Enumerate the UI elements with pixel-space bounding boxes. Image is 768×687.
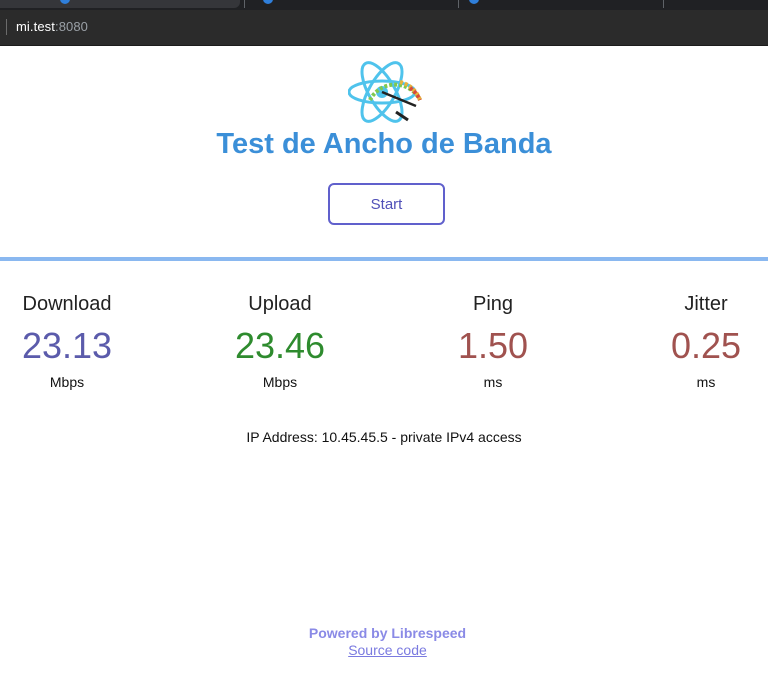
metric-unit: ms <box>483 374 503 390</box>
metric-unit: Mbps <box>49 374 85 390</box>
metric-download: Download 23.13 Mbps <box>0 290 157 390</box>
metric-label: Ping <box>472 293 514 315</box>
powered-by-link[interactable]: Powered by Librespeed <box>0 625 768 641</box>
start-button[interactable]: Start <box>328 183 445 225</box>
tab-separator <box>663 0 664 8</box>
browser-tab[interactable] <box>0 0 240 8</box>
address-bar[interactable]: mi.test:8080 <box>0 10 768 46</box>
metric-unit: Mbps <box>262 374 298 390</box>
tab-separator <box>458 0 459 8</box>
metric-label: Download <box>22 293 112 315</box>
ip-address-info: IP Address: 10.45.45.5 - private IPv4 ac… <box>246 429 522 445</box>
metric-value: 1.50 <box>457 325 529 366</box>
page-title: Test de Ancho de Banda <box>216 128 552 160</box>
tab-favicon-icon <box>263 0 273 4</box>
metric-value: 23.13 <box>21 325 113 366</box>
metric-jitter: Jitter 0.25 ms <box>616 290 768 390</box>
url-host: mi.test <box>16 19 55 34</box>
metric-unit: ms <box>696 374 716 390</box>
metric-label: Upload <box>248 293 312 315</box>
source-code-link[interactable]: Source code <box>0 642 768 658</box>
browser-tab-strip <box>0 0 768 10</box>
url-port: :8080 <box>54 19 89 34</box>
tab-separator <box>244 0 245 8</box>
address-separator <box>6 19 7 35</box>
url-text[interactable]: mi.test:8080 <box>16 19 88 34</box>
atom-speedometer-logo-icon <box>347 56 426 128</box>
metric-ping: Ping 1.50 ms <box>403 290 583 390</box>
tab-favicon-icon <box>469 0 479 4</box>
metric-value: 0.25 <box>670 325 742 366</box>
metric-value: 23.46 <box>234 325 326 366</box>
divider <box>0 257 768 261</box>
metric-upload: Upload 23.46 Mbps <box>190 290 370 390</box>
metric-label: Jitter <box>684 293 728 315</box>
